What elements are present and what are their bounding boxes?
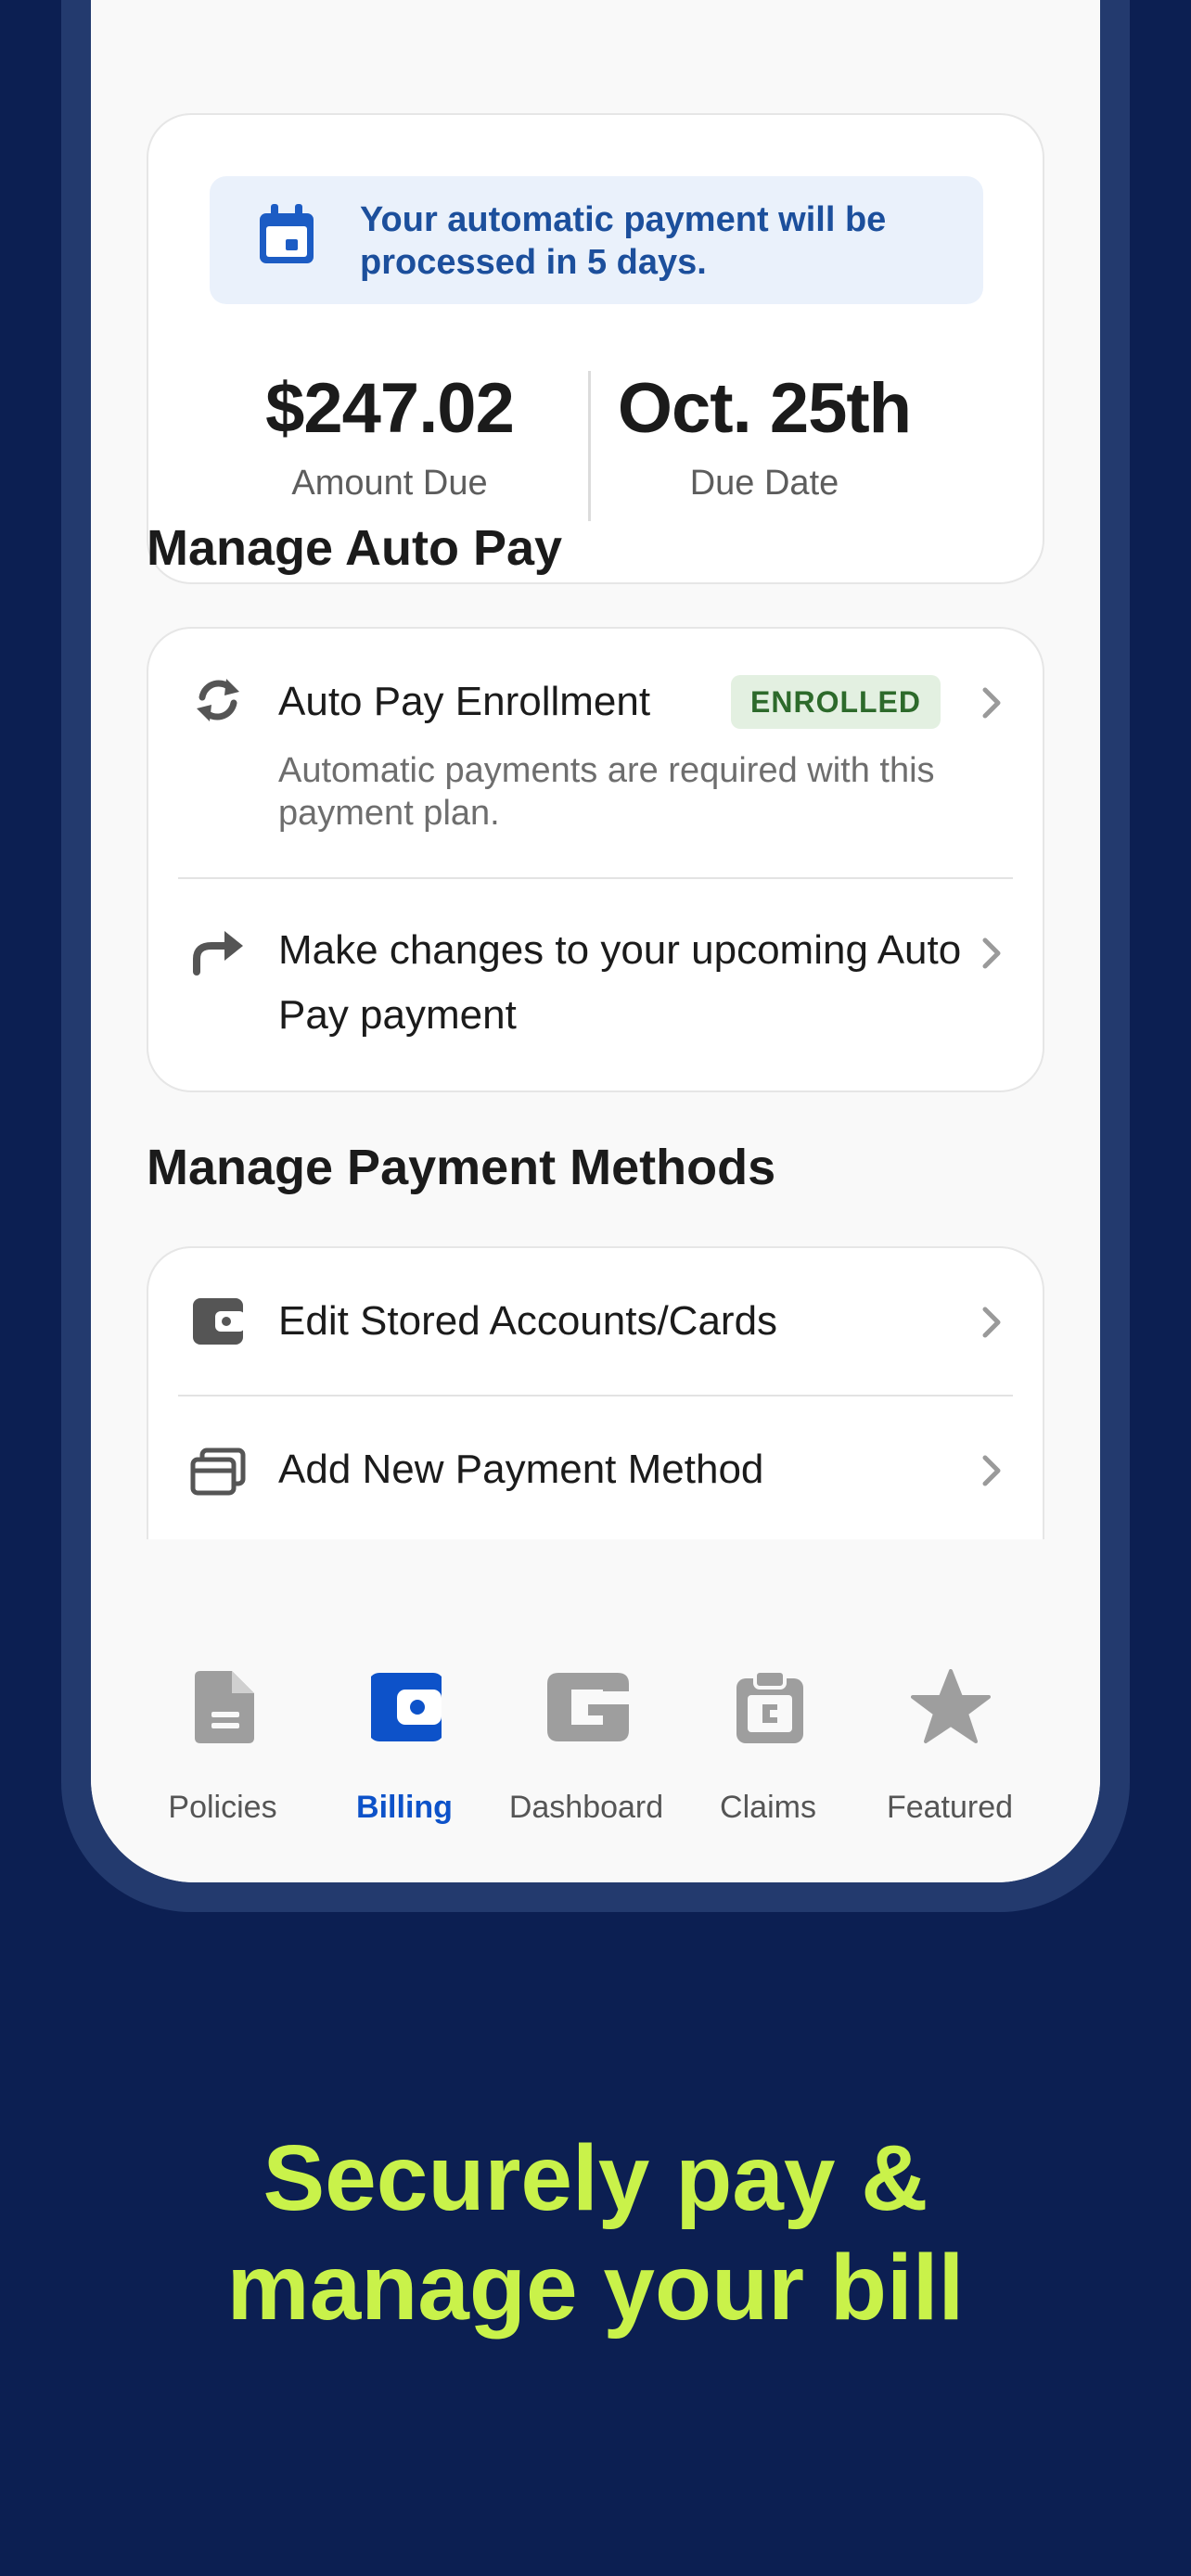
auto-pay-enrollment-label: Auto Pay Enrollment bbox=[278, 679, 651, 724]
amount-due-label: Amount Due bbox=[291, 464, 488, 503]
calendar-icon bbox=[260, 204, 314, 263]
tab-featured-label: Featured bbox=[886, 1790, 1014, 1825]
clipboard-icon bbox=[736, 1669, 803, 1743]
edit-stored-accounts-row[interactable]: Edit Stored Accounts/Cards bbox=[148, 1248, 1043, 1395]
payment-methods-card: Edit Stored Accounts/Cards Add New Payme… bbox=[147, 1246, 1044, 1539]
forward-arrow-icon bbox=[193, 931, 243, 976]
billing-content[interactable]: Your automatic payment will be processed… bbox=[91, 0, 1100, 1539]
cards-icon bbox=[190, 1447, 246, 1496]
autopay-notice-banner: Your automatic payment will be processed… bbox=[210, 176, 983, 304]
amount-due-block: $247.02 Amount Due bbox=[195, 367, 584, 504]
chevron-right-icon bbox=[982, 1307, 1001, 1338]
tab-dashboard-label: Dashboard bbox=[508, 1790, 664, 1825]
amount-due-value: $247.02 bbox=[265, 369, 515, 448]
auto-pay-enrollment-description: Automatic payments are required with thi… bbox=[278, 751, 935, 833]
auto-pay-enrollment-row[interactable]: Auto Pay Enrollment ENROLLED Automatic p… bbox=[148, 629, 1043, 877]
chevron-right-icon bbox=[982, 687, 1001, 719]
refresh-icon bbox=[197, 679, 239, 721]
tab-policies-label: Policies bbox=[168, 1790, 277, 1825]
tab-claims-label: Claims bbox=[720, 1790, 816, 1825]
star-icon bbox=[911, 1669, 991, 1743]
due-date-value: Oct. 25th bbox=[617, 369, 912, 448]
chevron-right-icon bbox=[982, 937, 1001, 969]
marketing-tagline: Securely pay & manage your bill bbox=[0, 2123, 1191, 2342]
payment-summary-card: Your automatic payment will be processed… bbox=[147, 113, 1044, 584]
g-logo-icon bbox=[547, 1673, 629, 1741]
auto-pay-changes-row[interactable]: Make changes to your upcoming Auto Pay p… bbox=[148, 879, 1043, 1090]
tagline-line-2: manage your bill bbox=[226, 2236, 965, 2340]
add-payment-method-row[interactable]: Add New Payment Method bbox=[148, 1396, 1043, 1539]
manage-auto-pay-heading: Manage Auto Pay bbox=[147, 520, 563, 576]
add-payment-method-label: Add New Payment Method bbox=[278, 1447, 764, 1492]
manage-payment-methods-heading: Manage Payment Methods bbox=[147, 1140, 776, 1195]
due-date-label: Due Date bbox=[689, 464, 839, 503]
enrolled-status-badge: ENROLLED bbox=[731, 675, 941, 729]
wallet-icon bbox=[371, 1673, 442, 1741]
autopay-notice-text: Your automatic payment will be processed… bbox=[360, 200, 887, 282]
edit-stored-accounts-label: Edit Stored Accounts/Cards bbox=[278, 1298, 778, 1344]
bottom-tab-bar: Policies Billing Dashboard Claims Featur… bbox=[91, 1651, 1100, 1882]
tab-billing-label: Billing bbox=[356, 1790, 453, 1825]
document-icon bbox=[195, 1671, 254, 1743]
chevron-right-icon bbox=[982, 1455, 1001, 1486]
wallet-icon bbox=[193, 1298, 245, 1345]
app-screen: Your automatic payment will be processed… bbox=[91, 0, 1100, 1882]
tagline-line-1: Securely pay & bbox=[263, 2126, 928, 2230]
auto-pay-changes-label: Make changes to your upcoming Auto Pay p… bbox=[278, 927, 962, 1038]
due-date-block: Oct. 25th Due Date bbox=[570, 367, 959, 504]
auto-pay-card: Auto Pay Enrollment ENROLLED Automatic p… bbox=[147, 627, 1044, 1092]
